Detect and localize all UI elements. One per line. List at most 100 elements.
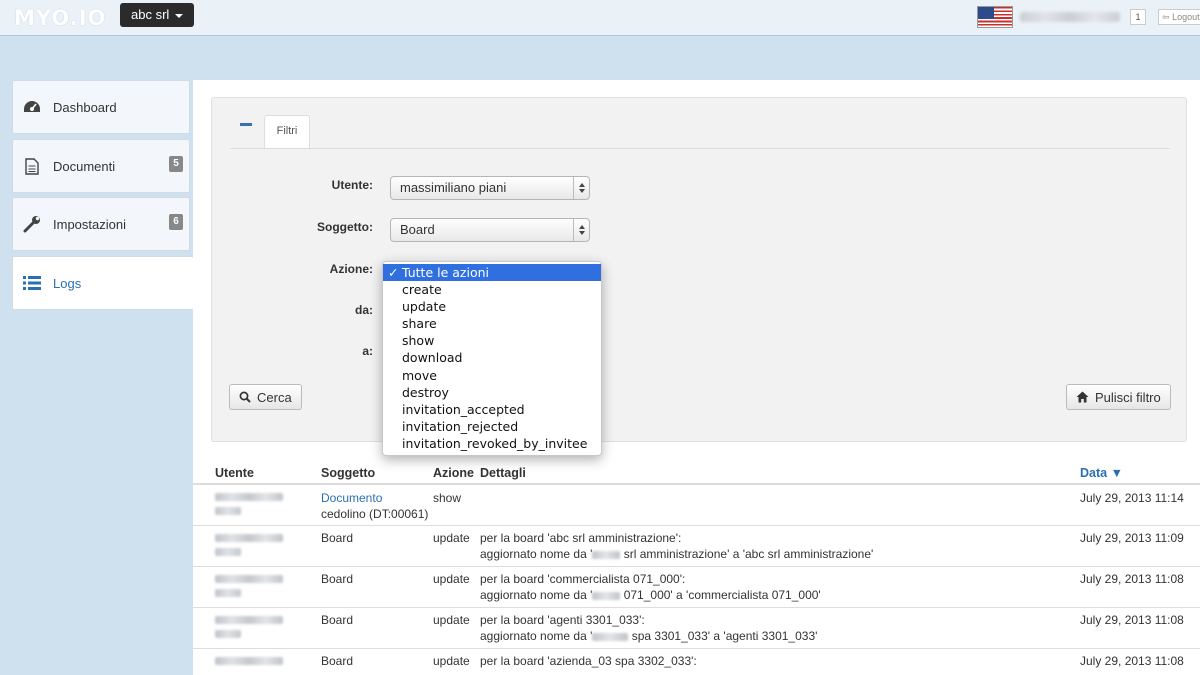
dettagli-line: aggiornato nome da '	[480, 547, 593, 561]
dettagli-line: per la board 'commercialista 071_000':	[480, 572, 686, 586]
azione-cell: update	[433, 572, 470, 586]
data-cell: July 29, 2013 11:14	[1080, 491, 1184, 505]
utente-label: Utente:	[331, 178, 373, 192]
impostazioni-count-badge: 6	[169, 214, 183, 230]
soggetto-link[interactable]: Documento	[321, 490, 428, 506]
sidebar-item-label: Dashboard	[53, 99, 117, 115]
table-row: Documento cedolino (DT:00061) show July …	[193, 485, 1200, 526]
data-cell: July 29, 2013 11:09	[1080, 531, 1184, 545]
company-name: abc srl	[131, 7, 170, 22]
check-icon: ✓	[388, 265, 399, 280]
azione-cell: update	[433, 531, 470, 545]
app-logo[interactable]: MYO.IO	[14, 6, 106, 30]
tab-divider	[230, 148, 1170, 149]
table-row: Board update per la board 'abc srl ammin…	[193, 526, 1200, 567]
user-name-redacted[interactable]	[1020, 12, 1120, 22]
dettagli-line: aggiornato nome da '	[480, 588, 593, 602]
top-navbar: MYO.IO abc srl 1 ⇦ Logout	[0, 0, 1200, 36]
table-row: Board update per la board 'commercialist…	[193, 567, 1200, 608]
da-label: da:	[355, 303, 373, 317]
azione-cell: update	[433, 613, 470, 627]
dashboard-icon	[23, 98, 41, 116]
clear-filter-button[interactable]: Pulisci filtro	[1066, 384, 1171, 410]
dropdown-option[interactable]: ✓ Tutte le azioni	[383, 264, 601, 282]
select-arrows-icon	[573, 219, 589, 241]
soggetto-cell: Board	[321, 531, 354, 545]
sidebar-item-logs[interactable]: Logs	[12, 256, 193, 310]
dettagli-line: spa 3301_033' a 'agenti 3301_033'	[628, 629, 818, 643]
user-name-redacted	[215, 493, 285, 519]
data-cell: July 29, 2013 11:08	[1080, 613, 1184, 627]
dropdown-option[interactable]: invitation_revoked_by_invitee	[383, 435, 601, 452]
a-label: a:	[362, 344, 373, 358]
company-switcher-button[interactable]: abc srl	[120, 3, 195, 27]
dropdown-option[interactable]: show	[383, 332, 601, 349]
user-name-redacted	[215, 534, 285, 560]
redacted-text	[592, 591, 621, 600]
search-icon	[239, 391, 251, 403]
list-icon	[23, 274, 41, 292]
soggetto-label: Soggetto:	[317, 220, 373, 234]
soggetto-detail: cedolino (DT:00061)	[321, 507, 429, 521]
dropdown-option[interactable]: update	[383, 298, 601, 315]
wrench-icon	[23, 215, 41, 233]
documenti-count-badge: 5	[169, 156, 183, 172]
notification-badge[interactable]: 1	[1130, 9, 1146, 25]
azione-label: Azione:	[329, 262, 373, 276]
soggetto-select[interactable]: Board	[390, 218, 590, 242]
column-header-dettagli[interactable]: Dettagli	[480, 466, 526, 480]
sidebar-item-label: Documenti	[53, 158, 116, 174]
table-row: Board update per la board 'agenti 3301_0…	[193, 608, 1200, 649]
azione-cell: update	[433, 654, 470, 668]
column-header-data-sort[interactable]: Data ▼	[1080, 466, 1123, 480]
sidebar-item-label: Impostazioni	[53, 216, 126, 232]
us-flag-icon[interactable]	[977, 6, 1013, 28]
dropdown-option[interactable]: invitation_accepted	[383, 401, 601, 418]
tab-filtri[interactable]: Filtri	[264, 115, 310, 149]
data-cell: July 29, 2013 11:08	[1080, 572, 1184, 586]
user-name-redacted	[215, 657, 285, 675]
soggetto-select-value: Board	[400, 222, 435, 237]
redacted-text	[592, 632, 629, 641]
logout-label: Logout	[1172, 12, 1200, 22]
select-arrows-icon	[573, 177, 589, 199]
dropdown-option[interactable]: destroy	[383, 384, 601, 401]
soggetto-cell: Board	[321, 572, 354, 586]
azione-cell: show	[433, 491, 462, 505]
clear-filter-label: Pulisci filtro	[1095, 389, 1161, 405]
utente-select-value: massimiliano piani	[400, 180, 507, 195]
column-header-azione[interactable]: Azione	[433, 466, 474, 480]
logout-icon: ⇦	[1162, 12, 1170, 22]
soggetto-cell: Board	[321, 613, 354, 627]
dettagli-line: aggiornato nome da '	[480, 629, 593, 643]
soggetto-cell: Board	[321, 654, 354, 668]
home-icon	[1076, 391, 1089, 403]
dropdown-option[interactable]: invitation_rejected	[383, 418, 601, 435]
document-icon	[23, 157, 41, 175]
dettagli-line: per la board 'abc srl amministrazione':	[480, 531, 682, 545]
collapse-filters-button[interactable]	[240, 123, 252, 126]
redacted-text	[592, 550, 621, 559]
logs-table-header: Utente Soggetto Azione Dettagli Data ▼	[193, 466, 1200, 485]
dropdown-option[interactable]: download	[383, 349, 601, 366]
user-name-redacted	[215, 616, 285, 642]
dettagli-line: per la board 'agenti 3301_033':	[480, 613, 645, 627]
caret-down-icon	[175, 13, 184, 18]
data-cell: July 29, 2013 11:08	[1080, 654, 1184, 668]
dropdown-option[interactable]: create	[383, 281, 601, 298]
sidebar-item-impostazioni[interactable]: Impostazioni 6	[12, 197, 190, 251]
dropdown-option[interactable]: move	[383, 367, 601, 384]
sidebar-item-dashboard[interactable]: Dashboard	[12, 80, 190, 134]
column-header-soggetto[interactable]: Soggetto	[321, 466, 375, 480]
column-header-utente[interactable]: Utente	[215, 466, 254, 480]
logout-button[interactable]: ⇦ Logout	[1158, 9, 1200, 25]
sidebar-item-label: Logs	[53, 275, 82, 291]
dropdown-option[interactable]: share	[383, 315, 601, 332]
search-button[interactable]: Cerca	[229, 384, 302, 410]
search-button-label: Cerca	[257, 389, 292, 405]
user-name-redacted	[215, 575, 285, 601]
dettagli-line: per la board 'azienda_03 spa 3302_033':	[480, 654, 697, 668]
sidebar-item-documenti[interactable]: Documenti 5	[12, 139, 190, 193]
azione-dropdown-menu[interactable]: ✓ Tutte le azioni create update share sho…	[382, 261, 602, 456]
utente-select[interactable]: massimiliano piani	[390, 176, 590, 200]
